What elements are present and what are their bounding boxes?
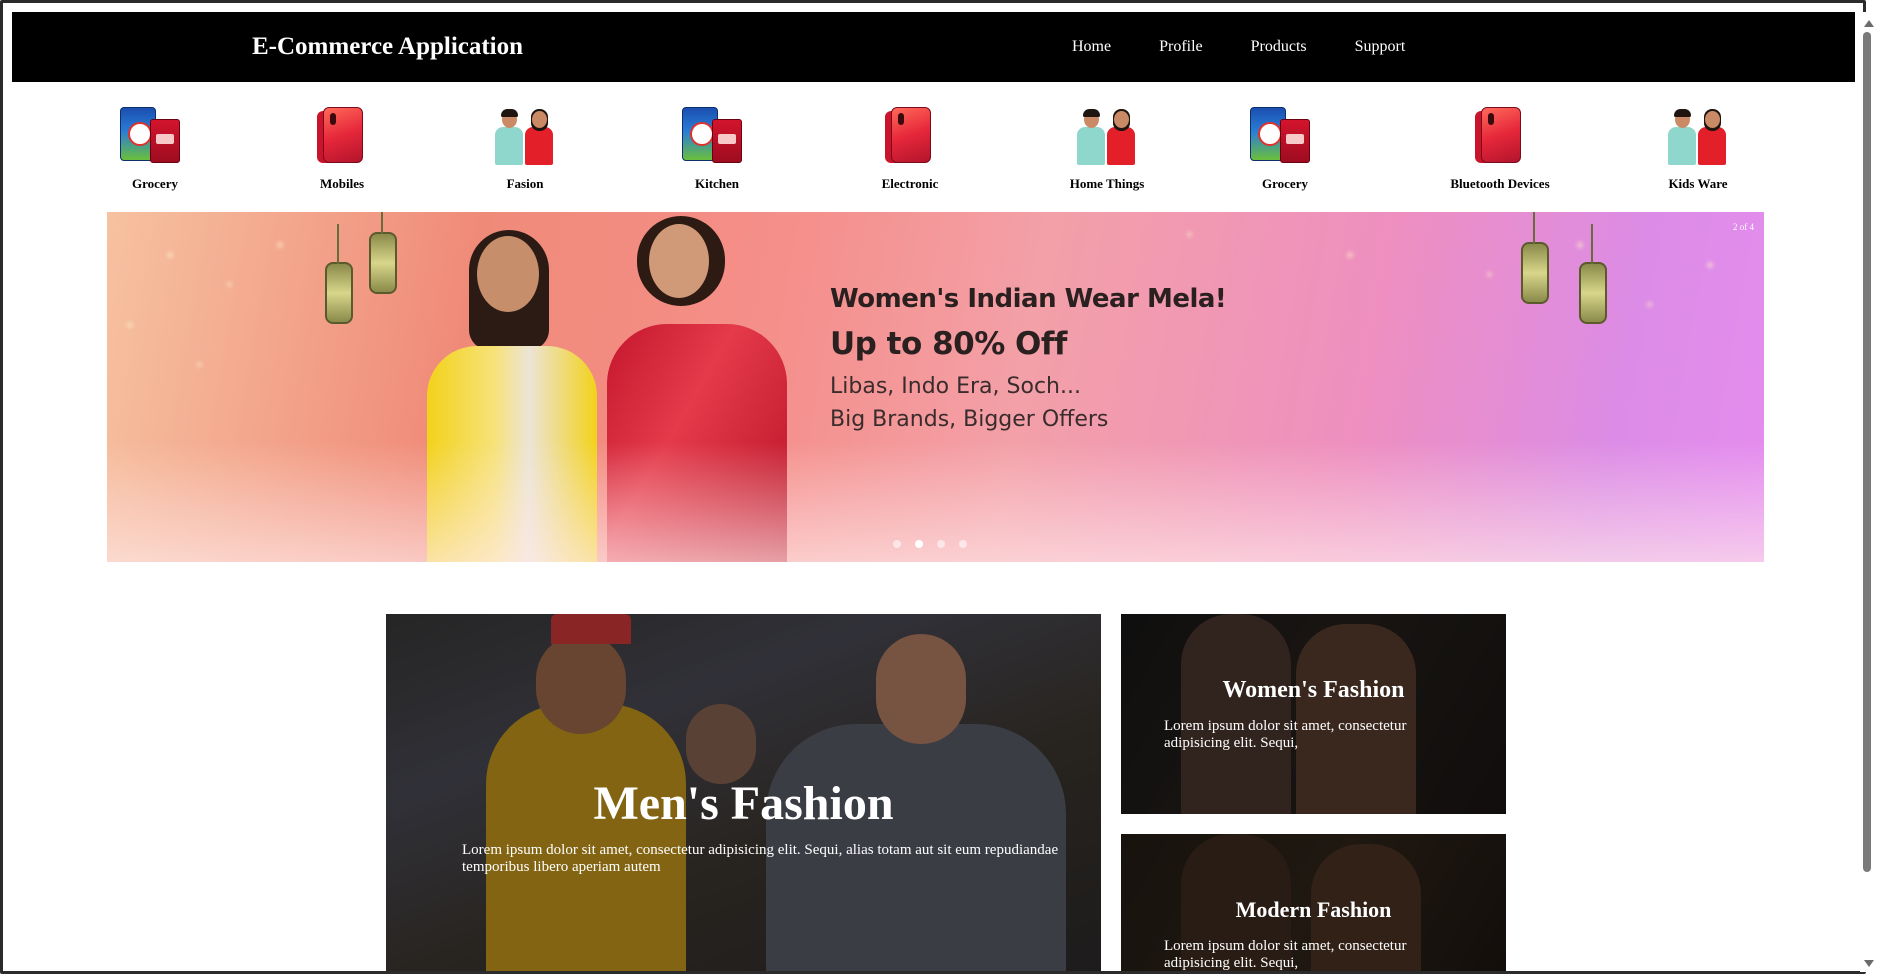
category-item-grocery-2[interactable]: Grocery [1210, 103, 1360, 192]
fashion-people-icon [490, 103, 560, 171]
carousel-dot-2[interactable] [915, 540, 923, 548]
grocery-icon [120, 103, 190, 171]
category-label: Grocery [132, 176, 178, 191]
scrollbar-thumb[interactable] [1863, 32, 1871, 872]
modern-fashion-title: Modern Fashion [1235, 897, 1392, 922]
category-label: Electronic [881, 176, 939, 191]
modern-fashion-text: Lorem ipsum dolor sit amet, consectetur … [1164, 938, 1407, 971]
mens-fashion-card[interactable]: Men's Fashion Lorem ipsum dolor sit amet… [386, 614, 1101, 971]
fashion-people-icon [1072, 103, 1142, 171]
mobile-phone-icon [875, 103, 945, 171]
browser-viewport: E-Commerce Application Home Profile Prod… [0, 0, 1866, 974]
category-strip: Grocery Mobiles Fasion Kitchen Electroni… [3, 103, 1863, 203]
category-item-mobiles[interactable]: Mobiles [267, 103, 417, 192]
mobile-phone-icon [1465, 103, 1535, 171]
category-item-kids-ware[interactable]: Kids Ware [1623, 103, 1773, 192]
nav-home-link[interactable]: Home [1072, 38, 1111, 56]
promo-banner-carousel[interactable]: Women's Indian Wear Mela! Up to 80% Off … [107, 212, 1764, 562]
banner-headline: Up to 80% Off [830, 326, 1067, 362]
lantern-decoration [1579, 224, 1607, 324]
grocery-icon [1250, 103, 1320, 171]
category-item-electronic[interactable]: Electronic [835, 103, 985, 192]
carousel-dots [893, 540, 967, 548]
lantern-decoration [369, 212, 397, 294]
banner-title: Women's Indian Wear Mela! [830, 284, 1227, 314]
carousel-dot-4[interactable] [959, 540, 967, 548]
banner-brands-line: Libas, Indo Era, Soch... [830, 374, 1081, 399]
fashion-people-icon [1663, 103, 1733, 171]
carousel-dot-3[interactable] [937, 540, 945, 548]
category-label: Grocery [1262, 176, 1308, 191]
carousel-dot-1[interactable] [893, 540, 901, 548]
banner-offer-line: Big Brands, Bigger Offers [830, 407, 1109, 432]
womens-fashion-card[interactable]: Women's Fashion Lorem ipsum dolor sit am… [1121, 614, 1506, 814]
lantern-decoration [325, 224, 353, 324]
brand-title[interactable]: E-Commerce Application [252, 12, 523, 82]
womens-fashion-text: Lorem ipsum dolor sit amet, consectetur … [1164, 718, 1407, 751]
top-navbar: E-Commerce Application Home Profile Prod… [12, 12, 1855, 82]
womens-fashion-title: Women's Fashion [1222, 677, 1405, 703]
banner-copy: Women's Indian Wear Mela! Up to 80% Off … [830, 284, 1227, 432]
mobile-phone-icon [307, 103, 377, 171]
modern-fashion-card[interactable]: Modern Fashion Lorem ipsum dolor sit ame… [1121, 834, 1506, 971]
scroll-up-arrow-icon[interactable] [1864, 20, 1874, 27]
category-label: Fasion [506, 176, 544, 191]
category-item-grocery[interactable]: Grocery [80, 103, 230, 192]
category-item-bluetooth-devices[interactable]: Bluetooth Devices [1425, 103, 1575, 192]
category-label: Bluetooth Devices [1450, 176, 1550, 191]
grocery-icon [682, 103, 752, 171]
category-label: Home Things [1069, 176, 1145, 191]
scroll-down-arrow-icon[interactable] [1864, 960, 1874, 967]
nav-links: Home Profile Products Support [1072, 12, 1453, 82]
mens-fashion-title: Men's Fashion [593, 777, 894, 830]
category-item-home-things[interactable]: Home Things [1032, 103, 1182, 192]
category-item-kitchen[interactable]: Kitchen [642, 103, 792, 192]
mens-fashion-text: Lorem ipsum dolor sit amet, consectetur … [462, 842, 1059, 875]
nav-products-link[interactable]: Products [1251, 38, 1307, 56]
nav-support-link[interactable]: Support [1355, 38, 1406, 56]
category-label: Mobiles [319, 176, 365, 191]
category-label: Kitchen [694, 176, 740, 191]
nav-profile-link[interactable]: Profile [1159, 38, 1203, 56]
category-label: Kids Ware [1668, 176, 1728, 191]
lantern-decoration [1521, 212, 1549, 304]
category-item-fasion[interactable]: Fasion [450, 103, 600, 192]
slide-counter: 2 of 4 [1733, 222, 1754, 232]
